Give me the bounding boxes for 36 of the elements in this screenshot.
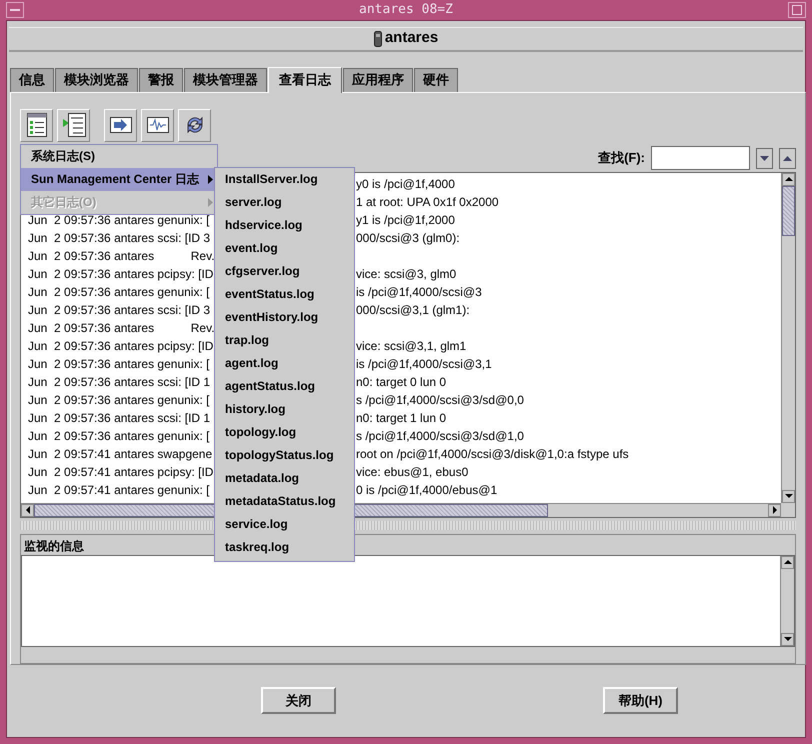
log-line: Jun 2 09:57:36 antares Rev. [28,248,214,264]
log-line: vice: ebus@1, ebus0 [356,464,468,480]
log-line: 000/scsi@3,1 (glm1): [356,302,470,318]
log-line: y1 is /pci@1f,2000 [356,212,455,228]
log-line: s /pci@1f,4000/scsi@3/sd@0,0 [356,392,524,408]
log-line: Jun 2 09:57:41 antares swapgene [28,446,214,462]
log-line: 0 is /pci@1f,4000/ebus@1 [356,482,498,498]
log-line: Jun 2 09:57:36 antares genunix: [ [28,392,210,408]
log-line: Jun 2 09:57:36 antares genunix: [ [28,428,210,444]
log-line: is /pci@1f,4000/scsi@3,1 [356,356,492,372]
log-line: vice: scsi@3, glm0 [356,266,456,282]
log-line: Jun 2 09:57:36 antares scsi: [ID 3 [28,230,212,246]
log-line: Jun 2 09:57:36 antares pcipsy: [ID [28,338,214,354]
log-line: n0: target 0 lun 0 [356,374,446,390]
log-line: Jun 2 09:57:36 antares genunix: [ [28,212,210,228]
log-line: y0 is /pci@1f,4000 [356,176,455,192]
panel-title: 监视的信息 [23,538,85,554]
log-line: 000/scsi@3 (glm0): [356,230,460,246]
log-line: Jun 2 09:57:36 antares scsi: [ID 3 [28,302,212,318]
log-line: Jun 2 09:57:41 antares genunix: [ [28,482,210,498]
log-line: 1 at root: UPA 0x1f 0x2000 [356,194,499,210]
log-line: n0: target 1 lun 0 [356,410,446,426]
log-line: Jun 2 09:57:36 antares genunix: [ [28,284,210,300]
log-line: root on /pci@1f,4000/scsi@3/disk@1,0:a fstype ufs [356,446,629,462]
log-line: s /pci@1f,4000/scsi@3/sd@1,0 [356,428,524,444]
window-title: antares 08=Z [359,1,453,19]
find-label: 查找(F): [598,149,645,168]
log-line: Jun 2 09:57:36 antares genunix: [ [28,356,210,372]
log-line: Jun 2 09:57:41 antares pcipsy: [ID [28,464,214,480]
log-line: Jun 2 09:57:36 antares scsi: [ID 1 [28,410,212,426]
host-name: antares [384,28,438,48]
log-line: vice: scsi@3,1, glm1 [356,338,466,354]
log-line: is /pci@1f,4000/scsi@3 [356,284,482,300]
log-line: Jun 2 09:57:36 antares pcipsy: [ID [28,266,214,282]
log-line: Jun 2 09:57:36 antares Rev. [28,320,214,336]
log-line: Jun 2 09:57:36 antares scsi: [ID 1 [28,374,212,390]
